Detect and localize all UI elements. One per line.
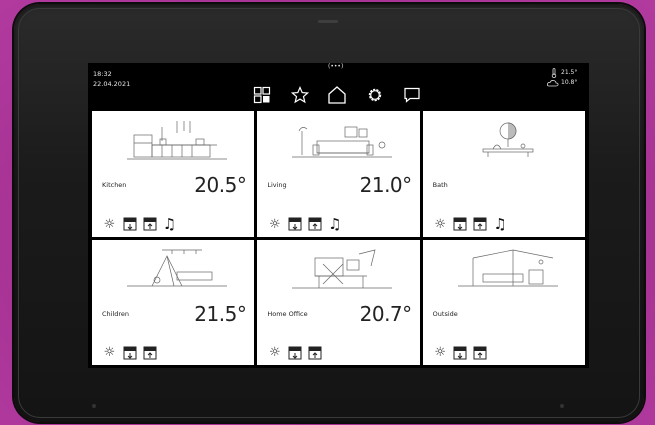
weather-panel[interactable]: 21.5° 10.8° <box>545 66 587 88</box>
blind-down-icon[interactable] <box>453 345 468 360</box>
music-icon[interactable]: ♫ <box>162 216 177 232</box>
room-tile-home-office[interactable]: Home Office 20.7° ☼ <box>257 239 420 365</box>
room-controls: ☼ <box>267 345 322 360</box>
home-icon[interactable] <box>327 85 347 105</box>
blind-up-icon[interactable] <box>473 345 488 360</box>
room-name: Kitchen <box>102 181 127 189</box>
room-name: Children <box>102 309 130 318</box>
room-controls: ☼ <box>102 345 157 360</box>
room-temperature: 21.5° <box>194 301 247 326</box>
main-nav <box>252 84 422 106</box>
blind-up-icon[interactable] <box>142 217 157 232</box>
light-icon[interactable]: ☼ <box>102 345 117 360</box>
blind-down-icon[interactable] <box>122 217 137 232</box>
room-name: Home Office <box>267 309 308 318</box>
blind-down-icon[interactable] <box>287 345 302 360</box>
star-icon[interactable] <box>290 85 310 105</box>
camera-slot <box>318 20 338 23</box>
room-name: Outside <box>432 309 458 318</box>
music-icon[interactable]: ♫ <box>327 216 342 232</box>
room-controls: ☼ ♫ <box>267 216 342 232</box>
home-office-illustration <box>292 249 393 288</box>
clock-date: 22.04.2021 <box>93 80 131 88</box>
room-tile-outside[interactable]: Outside ☼ <box>422 239 585 365</box>
cloud-icon <box>547 80 559 87</box>
thermometer-icon <box>551 68 557 78</box>
blind-up-icon[interactable] <box>142 345 157 360</box>
living-illustration <box>292 126 393 158</box>
music-icon[interactable]: ♫ <box>493 216 508 232</box>
children-illustration <box>127 249 227 286</box>
room-tile-kitchen[interactable]: Kitchen 20.5° ☼ ♫ <box>92 111 255 237</box>
blind-down-icon[interactable] <box>453 217 468 232</box>
room-tile-living[interactable]: Living 21.0° ☼ ♫ <box>257 111 420 237</box>
light-icon[interactable]: ☼ <box>267 345 282 360</box>
blind-down-icon[interactable] <box>287 217 302 232</box>
bath-illustration <box>482 122 534 157</box>
room-name: Bath <box>432 181 448 189</box>
indoor-temp: 21.5° <box>561 69 578 76</box>
light-icon[interactable]: ☼ <box>102 217 117 232</box>
room-controls: ☼ ♫ <box>102 216 177 232</box>
kitchen-illustration <box>127 121 227 160</box>
room-tile-children[interactable]: Children 21.5° ☼ <box>92 239 255 365</box>
room-controls: ☼ <box>433 345 488 360</box>
room-temperature: 21.0° <box>359 173 413 197</box>
blind-up-icon[interactable] <box>307 217 322 232</box>
room-tile-bath[interactable]: Bath ☼ ♫ <box>422 111 585 237</box>
connection-icon: (•••) <box>328 63 344 70</box>
screw <box>560 404 564 408</box>
blind-down-icon[interactable] <box>122 345 137 360</box>
room-temperature: 20.5° <box>194 173 247 197</box>
outside-illustration <box>457 249 558 286</box>
room-grid: Kitchen 20.5° ☼ ♫ Living 21.0° ☼ ♫ Bath … <box>92 111 585 365</box>
screw <box>92 404 96 408</box>
outdoor-temp: 10.8° <box>561 79 578 86</box>
grid-icon[interactable] <box>252 85 272 105</box>
light-icon[interactable]: ☼ <box>433 345 448 360</box>
room-name: Living <box>267 181 287 189</box>
blind-up-icon[interactable] <box>307 345 322 360</box>
room-temperature: 20.7° <box>359 301 413 326</box>
light-icon[interactable]: ☼ <box>267 217 282 232</box>
settings-icon[interactable] <box>365 85 385 105</box>
light-icon[interactable]: ☼ <box>433 217 448 232</box>
clock-time: 18:32 <box>93 70 112 78</box>
blind-up-icon[interactable] <box>473 217 488 232</box>
chat-icon[interactable] <box>402 85 422 105</box>
room-controls: ☼ ♫ <box>433 216 508 232</box>
